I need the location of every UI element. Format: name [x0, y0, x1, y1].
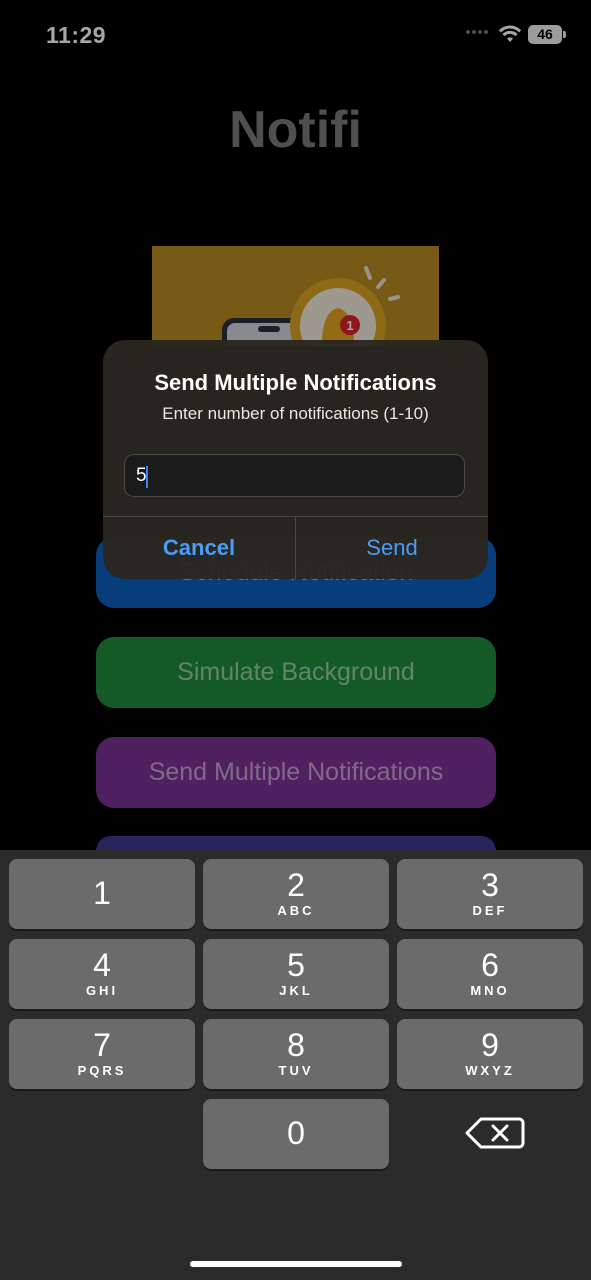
key-0[interactable]: 0 [203, 1099, 389, 1169]
cancel-button[interactable]: Cancel [103, 517, 295, 579]
alert-message: Enter number of notifications (1-10) [162, 404, 429, 423]
key-7[interactable]: 7 PQRS [9, 1019, 195, 1089]
notification-count-input[interactable] [124, 454, 465, 497]
key-6[interactable]: 6 MNO [397, 939, 583, 1009]
key-9[interactable]: 9 WXYZ [397, 1019, 583, 1089]
send-button[interactable]: Send [296, 517, 488, 579]
key-2[interactable]: 2 ABC [203, 859, 389, 929]
home-indicator[interactable] [190, 1261, 402, 1267]
text-caret [146, 466, 148, 488]
key-3[interactable]: 3 DEF [397, 859, 583, 929]
send-multiple-alert: Send Multiple Notifications Enter number… [103, 340, 488, 579]
key-5[interactable]: 5 JKL [203, 939, 389, 1009]
backspace-icon[interactable] [459, 1115, 529, 1151]
alert-title: Send Multiple Notifications [154, 370, 437, 395]
key-8[interactable]: 8 TUV [203, 1019, 389, 1089]
key-4[interactable]: 4 GHI [9, 939, 195, 1009]
key-1[interactable]: 1 [9, 859, 195, 929]
